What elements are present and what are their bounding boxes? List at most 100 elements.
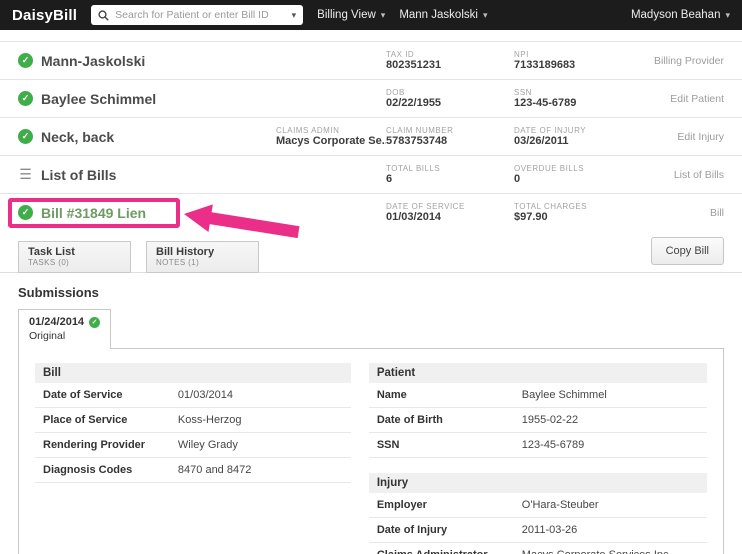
detail-label: Date of Service — [43, 389, 123, 401]
detail-label: Employer — [376, 499, 427, 511]
chevron-down-icon: ▾ — [380, 9, 386, 20]
total-charges-label: TOTAL CHARGES — [514, 202, 588, 211]
dob-label: DOB — [386, 88, 405, 97]
detail-label: Date of Birth — [376, 414, 443, 426]
detail-label: Place of Service — [43, 414, 128, 426]
edit-injury-link[interactable]: Edit Injury — [644, 131, 724, 143]
detail-value: Wiley Grady — [177, 439, 238, 451]
user-name-label: Madyson Beahan — [630, 9, 721, 21]
claims-admin-label: CLAIMS ADMIN — [276, 126, 340, 135]
patient-section: Patient Name Baylee Schimmel Date of Bir… — [368, 363, 707, 458]
tax-id-value: 802351231 — [386, 59, 442, 71]
date-of-injury-value: 03/26/2011 — [514, 135, 569, 147]
table-row: Place of Service Koss-Herzog — [35, 408, 351, 433]
patient-name-link[interactable]: Baylee Schimmel — [41, 91, 156, 107]
date-of-service-column: DATE OF SERVICE 01/03/2014 — [386, 202, 514, 223]
summary-row-injury: ✓ Neck, back CLAIMS ADMIN Macys Corporat… — [0, 117, 742, 155]
total-charges-column: TOTAL CHARGES $97.90 — [514, 202, 644, 223]
detail-value: O'Hara-Steuber — [521, 499, 599, 511]
injury-section: Injury Employer O'Hara-Steuber Date of I… — [368, 473, 707, 554]
submissions-heading: Submissions — [18, 285, 99, 300]
detail-label: Date of Injury — [376, 524, 448, 536]
detail-value: 1955-02-22 — [521, 414, 579, 426]
date-of-service-value: 01/03/2014 — [386, 211, 442, 223]
search-caret-icon[interactable]: ▾ — [292, 10, 297, 21]
npi-value: 7133189683 — [514, 59, 576, 71]
ssn-value: 123-45-6789 — [514, 97, 577, 109]
top-navbar: DaisyBill ▾ Billing View ▾ Mann Jaskolsk… — [0, 0, 742, 30]
table-row: Claims Administrator Macys Corporate Ser… — [369, 543, 707, 554]
task-list-tab[interactable]: Task List TASKS (0) — [18, 241, 131, 273]
submission-tab-original[interactable]: 01/24/2014 ✓ Original — [18, 309, 112, 349]
check-circle-icon: ✓ — [18, 53, 33, 68]
brand-logo[interactable]: DaisyBill — [12, 7, 77, 24]
rows-gap — [0, 30, 742, 41]
list-of-bills-action-link[interactable]: List of Bills — [644, 169, 724, 181]
detail-label: Rendering Provider — [43, 439, 146, 451]
total-bills-column: TOTAL BILLS 6 — [386, 164, 514, 185]
table-row: Date of Service 01/03/2014 — [35, 383, 351, 408]
claims-admin-value: Macys Corporate Se... — [276, 135, 386, 147]
table-row: Diagnosis Codes 8470 and 8472 — [35, 458, 351, 483]
ssn-column: SSN 123-45-6789 — [514, 88, 644, 109]
submission-detail-panel: Bill Date of Service 01/03/2014 Place of… — [18, 348, 724, 554]
npi-column: NPI 7133189683 — [514, 50, 644, 71]
total-charges-value: $97.90 — [514, 211, 548, 223]
detail-label: SSN — [376, 439, 400, 451]
total-bills-value: 6 — [386, 173, 393, 185]
check-circle-icon: ✓ — [18, 129, 33, 144]
organization-menu[interactable]: Mann Jaskolski ▾ — [399, 9, 487, 21]
user-menu[interactable]: Madyson Beahan ▾ — [631, 9, 730, 21]
date-of-injury-column: DATE OF INJURY 03/26/2011 — [514, 126, 644, 147]
search-input[interactable] — [115, 9, 286, 21]
date-of-injury-label: DATE OF INJURY — [514, 126, 587, 135]
search-icon — [98, 9, 109, 21]
injury-section-heading: Injury — [368, 473, 707, 493]
billing-view-menu[interactable]: Billing View ▾ — [317, 9, 385, 21]
overdue-bills-column: OVERDUE BILLS 0 — [514, 164, 644, 185]
claim-number-value: 5783753748 — [386, 135, 448, 147]
chevron-down-icon: ▾ — [482, 9, 488, 20]
edit-patient-link[interactable]: Edit Patient — [644, 93, 724, 105]
table-row: Rendering Provider Wiley Grady — [35, 433, 351, 458]
billing-provider-link[interactable]: Billing Provider — [644, 55, 724, 67]
overdue-bills-value: 0 — [514, 173, 521, 185]
summary-row-billing-provider: ✓ Mann-Jaskolski TAX ID 802351231 NPI 71… — [0, 41, 742, 79]
tax-id-label: TAX ID — [386, 50, 415, 59]
check-circle-icon: ✓ — [18, 205, 33, 220]
task-list-count: TASKS (0) — [28, 258, 70, 267]
check-circle-icon: ✓ — [18, 91, 33, 106]
bill-history-label: Bill History — [156, 246, 215, 258]
claim-number-label: CLAIM NUMBER — [386, 126, 454, 135]
npi-label: NPI — [514, 50, 529, 59]
bill-section-heading: Bill — [35, 363, 351, 383]
bill-title-link[interactable]: Bill #31849 Lien — [41, 205, 146, 221]
table-row: Date of Birth 1955-02-22 — [368, 408, 707, 433]
check-circle-icon: ✓ — [89, 316, 101, 328]
detail-column-right: Patient Name Baylee Schimmel Date of Bir… — [368, 363, 707, 554]
claims-admin-column: CLAIMS ADMIN Macys Corporate Se... — [276, 126, 386, 147]
summary-row-list-of-bills: ☰ List of Bills TOTAL BILLS 6 OVERDUE BI… — [0, 155, 742, 193]
total-bills-label: TOTAL BILLS — [386, 164, 441, 173]
patient-section-heading: Patient — [368, 363, 707, 383]
list-of-bills-link[interactable]: List of Bills — [41, 167, 116, 183]
table-row: Employer O'Hara-Steuber — [368, 493, 707, 518]
bill-section: Bill Date of Service 01/03/2014 Place of… — [35, 363, 351, 483]
chevron-down-icon: ▾ — [725, 9, 730, 20]
provider-name-link[interactable]: Mann-Jaskolski — [41, 53, 145, 69]
global-search[interactable]: ▾ — [91, 5, 304, 25]
detail-value: 2011-03-26 — [521, 524, 578, 536]
bill-history-tab[interactable]: Bill History NOTES (1) — [146, 241, 259, 273]
copy-bill-button[interactable]: Copy Bill — [650, 237, 724, 265]
injury-name-link[interactable]: Neck, back — [41, 129, 114, 145]
summary-row-bill: ✓ Bill #31849 Lien DATE OF SERVICE 01/03… — [0, 193, 742, 239]
bill-action-link[interactable]: Bill — [644, 207, 724, 219]
task-list-label: Task List — [28, 246, 75, 258]
detail-value: 01/03/2014 — [177, 389, 233, 401]
detail-value: Baylee Schimmel — [521, 389, 607, 401]
bill-toolbar: Task List TASKS (0) Bill History NOTES (… — [0, 231, 742, 273]
detail-label: Diagnosis Codes — [43, 464, 133, 476]
billing-view-label: Billing View — [317, 9, 376, 21]
detail-column-left: Bill Date of Service 01/03/2014 Place of… — [35, 363, 351, 483]
dob-column: DOB 02/22/1955 — [386, 88, 514, 109]
